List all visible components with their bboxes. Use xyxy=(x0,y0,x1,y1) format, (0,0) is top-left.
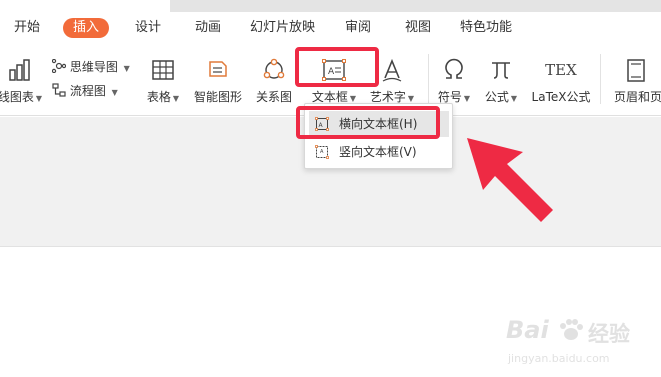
toolbar-divider xyxy=(428,54,429,104)
watermark-brand-cn: 经验 xyxy=(588,322,630,346)
chevron-down-icon[interactable]: ▼ xyxy=(124,64,130,73)
wordart-label: 艺术字 xyxy=(369,90,406,104)
chevron-down-icon[interactable]: ▼ xyxy=(36,94,42,103)
chevron-down-icon[interactable]: ▼ xyxy=(408,94,414,103)
formula-button[interactable]: 公式 ▼ xyxy=(478,44,524,110)
watermark-brand: Bai xyxy=(506,316,549,344)
chart-button[interactable]: 线图表 ▼ xyxy=(0,44,44,110)
chevron-down-icon[interactable]: ▼ xyxy=(173,94,179,103)
window-top-strip xyxy=(0,0,661,12)
tab-design[interactable]: 设计 xyxy=(135,18,161,38)
tab-view[interactable]: 视图 xyxy=(405,18,431,38)
title-area xyxy=(170,0,661,12)
chart-label: 线图表 xyxy=(0,90,34,104)
smartart-icon xyxy=(209,61,227,77)
mindmap-label: 思维导图 xyxy=(69,60,118,74)
tab-insert[interactable]: 插入 xyxy=(63,18,110,38)
tab-slideshow[interactable]: 幻灯片放映 xyxy=(250,18,315,38)
omega-icon xyxy=(445,58,463,79)
relation-icon xyxy=(263,58,285,79)
ribbon-tab-bar: 开始 插入 设计 动画 幻灯片放映 审阅 视图 特色功能 xyxy=(0,12,661,44)
chevron-down-icon[interactable]: ▼ xyxy=(112,88,118,97)
symbol-button[interactable]: 符号 ▼ xyxy=(432,44,476,110)
flowchart-icon xyxy=(52,83,66,97)
latex-formula-button[interactable]: TEX LaTeX公式 xyxy=(528,44,594,110)
vertical-textbox-icon: A xyxy=(315,145,329,159)
tab-special-features[interactable]: 特色功能 xyxy=(460,18,512,38)
mindmap-button[interactable]: 思维导图 ▼ xyxy=(51,58,130,76)
flowchart-label: 流程图 xyxy=(69,84,106,98)
paw-icon xyxy=(560,319,583,340)
vertical-textbox-item[interactable]: A 竖向文本框(V) xyxy=(309,139,449,165)
chart-icon xyxy=(9,59,30,81)
flowchart-button[interactable]: 流程图 ▼ xyxy=(52,82,118,100)
smartart-button[interactable]: 智能图形 xyxy=(190,44,246,110)
mindmap-icon xyxy=(51,58,67,74)
tab-home[interactable]: 开始 xyxy=(14,18,40,38)
latex-icon: TEX xyxy=(545,61,577,79)
relation-chart-button[interactable]: 关系图 xyxy=(252,44,296,110)
table-button[interactable]: 表格 ▼ xyxy=(140,44,186,110)
chevron-down-icon[interactable]: ▼ xyxy=(350,94,356,103)
red-arrow-icon xyxy=(467,138,553,222)
header-footer-button[interactable]: 页眉和页 xyxy=(612,44,661,110)
relation-label: 关系图 xyxy=(255,90,292,104)
latex-label: LaTeX公式 xyxy=(531,90,591,104)
table-label: 表格 xyxy=(146,90,171,104)
textbox-highlight-box xyxy=(295,47,379,87)
baidu-watermark: Bai 经验 jingyan.baidu.com xyxy=(506,314,656,374)
wordart-icon xyxy=(382,58,402,82)
tab-review[interactable]: 审阅 xyxy=(345,18,371,38)
textbox-label: 文本框 xyxy=(311,90,348,104)
symbol-label: 符号 xyxy=(437,90,462,104)
toolbar-divider xyxy=(600,54,601,104)
pi-icon xyxy=(492,62,510,79)
page-icon xyxy=(627,59,645,82)
smartart-label: 智能图形 xyxy=(193,90,242,104)
table-icon xyxy=(152,60,174,80)
formula-label: 公式 xyxy=(484,90,509,104)
tab-animation[interactable]: 动画 xyxy=(195,18,221,38)
svg-text:A: A xyxy=(320,149,324,155)
menu-item-highlight-box xyxy=(296,106,440,139)
chevron-down-icon[interactable]: ▼ xyxy=(464,94,470,103)
chevron-down-icon[interactable]: ▼ xyxy=(511,94,517,103)
header-footer-label: 页眉和页 xyxy=(614,90,661,104)
watermark-url: jingyan.baidu.com xyxy=(508,352,610,365)
vertical-textbox-label: 竖向文本框(V) xyxy=(339,145,417,159)
